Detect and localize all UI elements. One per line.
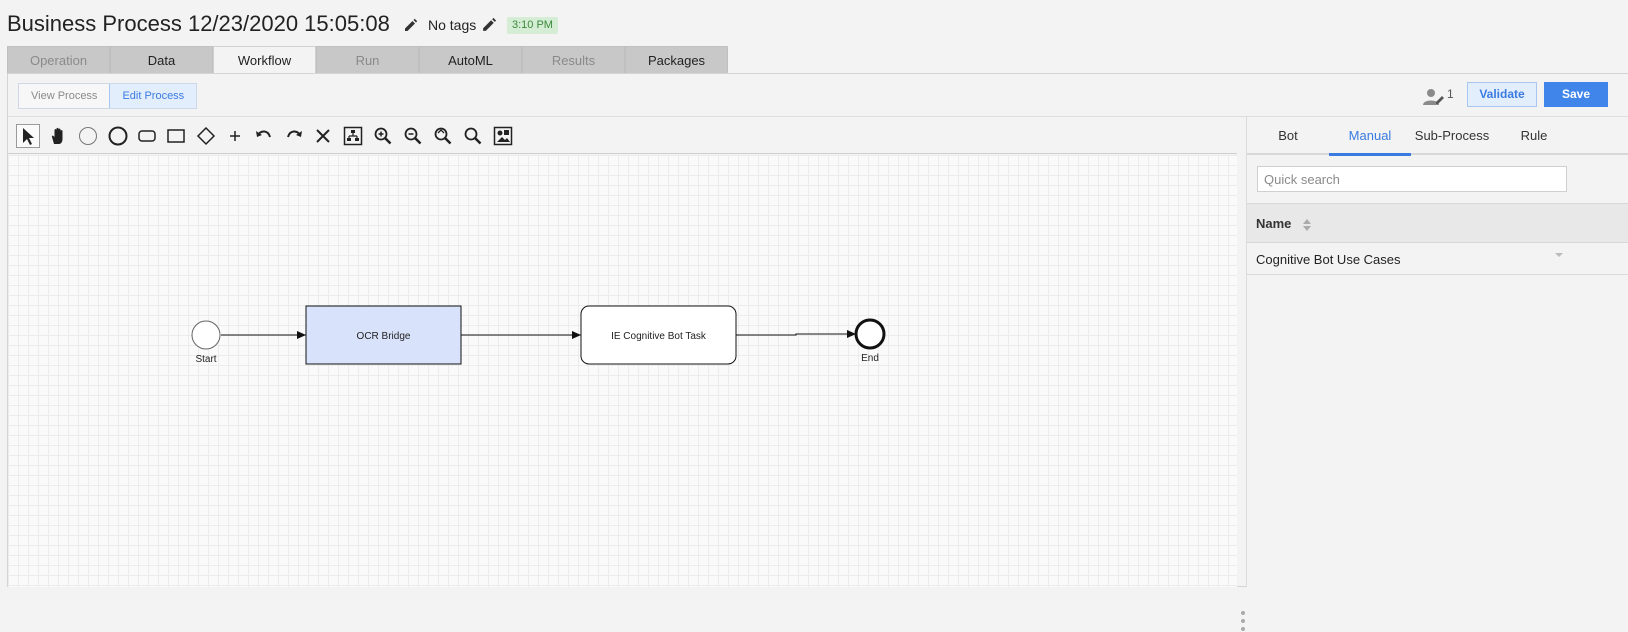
sequence-flow[interactable] <box>736 330 856 338</box>
quick-search-input[interactable] <box>1257 166 1567 192</box>
workflow-diagram: Start OCR Bridge IE Cognitive Bot Task E… <box>191 305 886 365</box>
subprocess-icon[interactable] <box>164 124 188 148</box>
tab-packages[interactable]: Packages <box>625 46 728 74</box>
tab-manual[interactable]: Manual <box>1329 117 1411 156</box>
view-process-button[interactable]: View Process <box>19 84 110 108</box>
tab-results[interactable]: Results <box>522 46 625 74</box>
zoom-out-icon[interactable] <box>401 124 425 148</box>
table-header: Name <box>1247 203 1628 243</box>
pencil-icon[interactable] <box>481 16 498 33</box>
zoom-reset-icon[interactable] <box>431 124 455 148</box>
zoom-in-icon[interactable] <box>371 124 395 148</box>
select-pointer-icon[interactable] <box>16 124 40 148</box>
list-item-name: Cognitive Bot Use Cases <box>1256 252 1401 267</box>
tab-operation[interactable]: Operation <box>7 46 110 74</box>
tab-bot[interactable]: Bot <box>1247 117 1329 155</box>
page-title: Business Process 12/23/2020 15:05:08 <box>7 11 390 36</box>
diagram-canvas[interactable]: Start OCR Bridge IE Cognitive Bot Task E… <box>8 155 1245 631</box>
user-edit-icon <box>1423 89 1444 105</box>
collaborators[interactable]: 1 <box>1423 87 1463 106</box>
start-label: Start <box>195 354 216 365</box>
task-label: IE Cognitive Bot Task <box>611 331 707 342</box>
undo-icon[interactable] <box>252 124 276 148</box>
title-bar: Business Process 12/23/2020 15:05:08 No … <box>0 0 1628 46</box>
tab-automl[interactable]: AutoML <box>419 46 522 74</box>
delete-icon[interactable] <box>311 124 335 148</box>
workflow-editor: View Process Edit Process 1 Validate Sav… <box>7 73 1628 631</box>
end-label: End <box>861 353 879 364</box>
tab-sub-process[interactable]: Sub-Process <box>1411 117 1493 155</box>
gateway-icon[interactable] <box>194 124 218 148</box>
end-event[interactable] <box>854 318 886 350</box>
sort-icon[interactable] <box>1302 217 1312 233</box>
tab-workflow[interactable]: Workflow <box>213 46 316 75</box>
element-palette: Bot Manual Sub-Process Rule Name Cogniti… <box>1246 117 1628 587</box>
auto-layout-icon[interactable] <box>341 124 365 148</box>
edit-process-button[interactable]: Edit Process <box>109 84 197 108</box>
palette-tabs: Bot Manual Sub-Process Rule <box>1247 117 1628 156</box>
tab-rule[interactable]: Rule <box>1493 117 1575 155</box>
pan-hand-icon[interactable] <box>46 124 70 148</box>
tab-run[interactable]: Run <box>316 46 419 74</box>
main-tabs: Operation Data Workflow Run AutoML Resul… <box>7 46 728 75</box>
chevron-down-icon[interactable] <box>1554 251 1564 259</box>
start-event-icon[interactable] <box>76 124 100 148</box>
collaborators-count: 1 <box>1447 87 1454 101</box>
mode-switch: View Process Edit Process <box>18 83 198 109</box>
task-icon[interactable] <box>135 124 159 148</box>
zoom-fit-icon[interactable] <box>461 124 485 148</box>
add-icon[interactable] <box>223 124 247 148</box>
redo-icon[interactable] <box>282 124 306 148</box>
diagram-toolbar <box>8 117 1237 154</box>
save-button[interactable]: Save <box>1544 82 1608 107</box>
validate-button[interactable]: Validate <box>1467 82 1537 107</box>
start-event[interactable] <box>191 320 221 350</box>
time-badge: 3:10 PM <box>507 17 558 34</box>
task-label: OCR Bridge <box>357 331 411 342</box>
export-image-icon[interactable] <box>491 124 515 148</box>
drag-handle-icon[interactable] <box>1240 610 1246 632</box>
tab-data[interactable]: Data <box>110 46 213 74</box>
end-event-icon[interactable] <box>106 124 130 148</box>
tags-label[interactable]: No tags <box>428 17 476 33</box>
list-item[interactable]: Cognitive Bot Use Cases <box>1247 243 1628 275</box>
pencil-icon[interactable] <box>403 17 419 33</box>
column-header-name[interactable]: Name <box>1256 216 1291 231</box>
